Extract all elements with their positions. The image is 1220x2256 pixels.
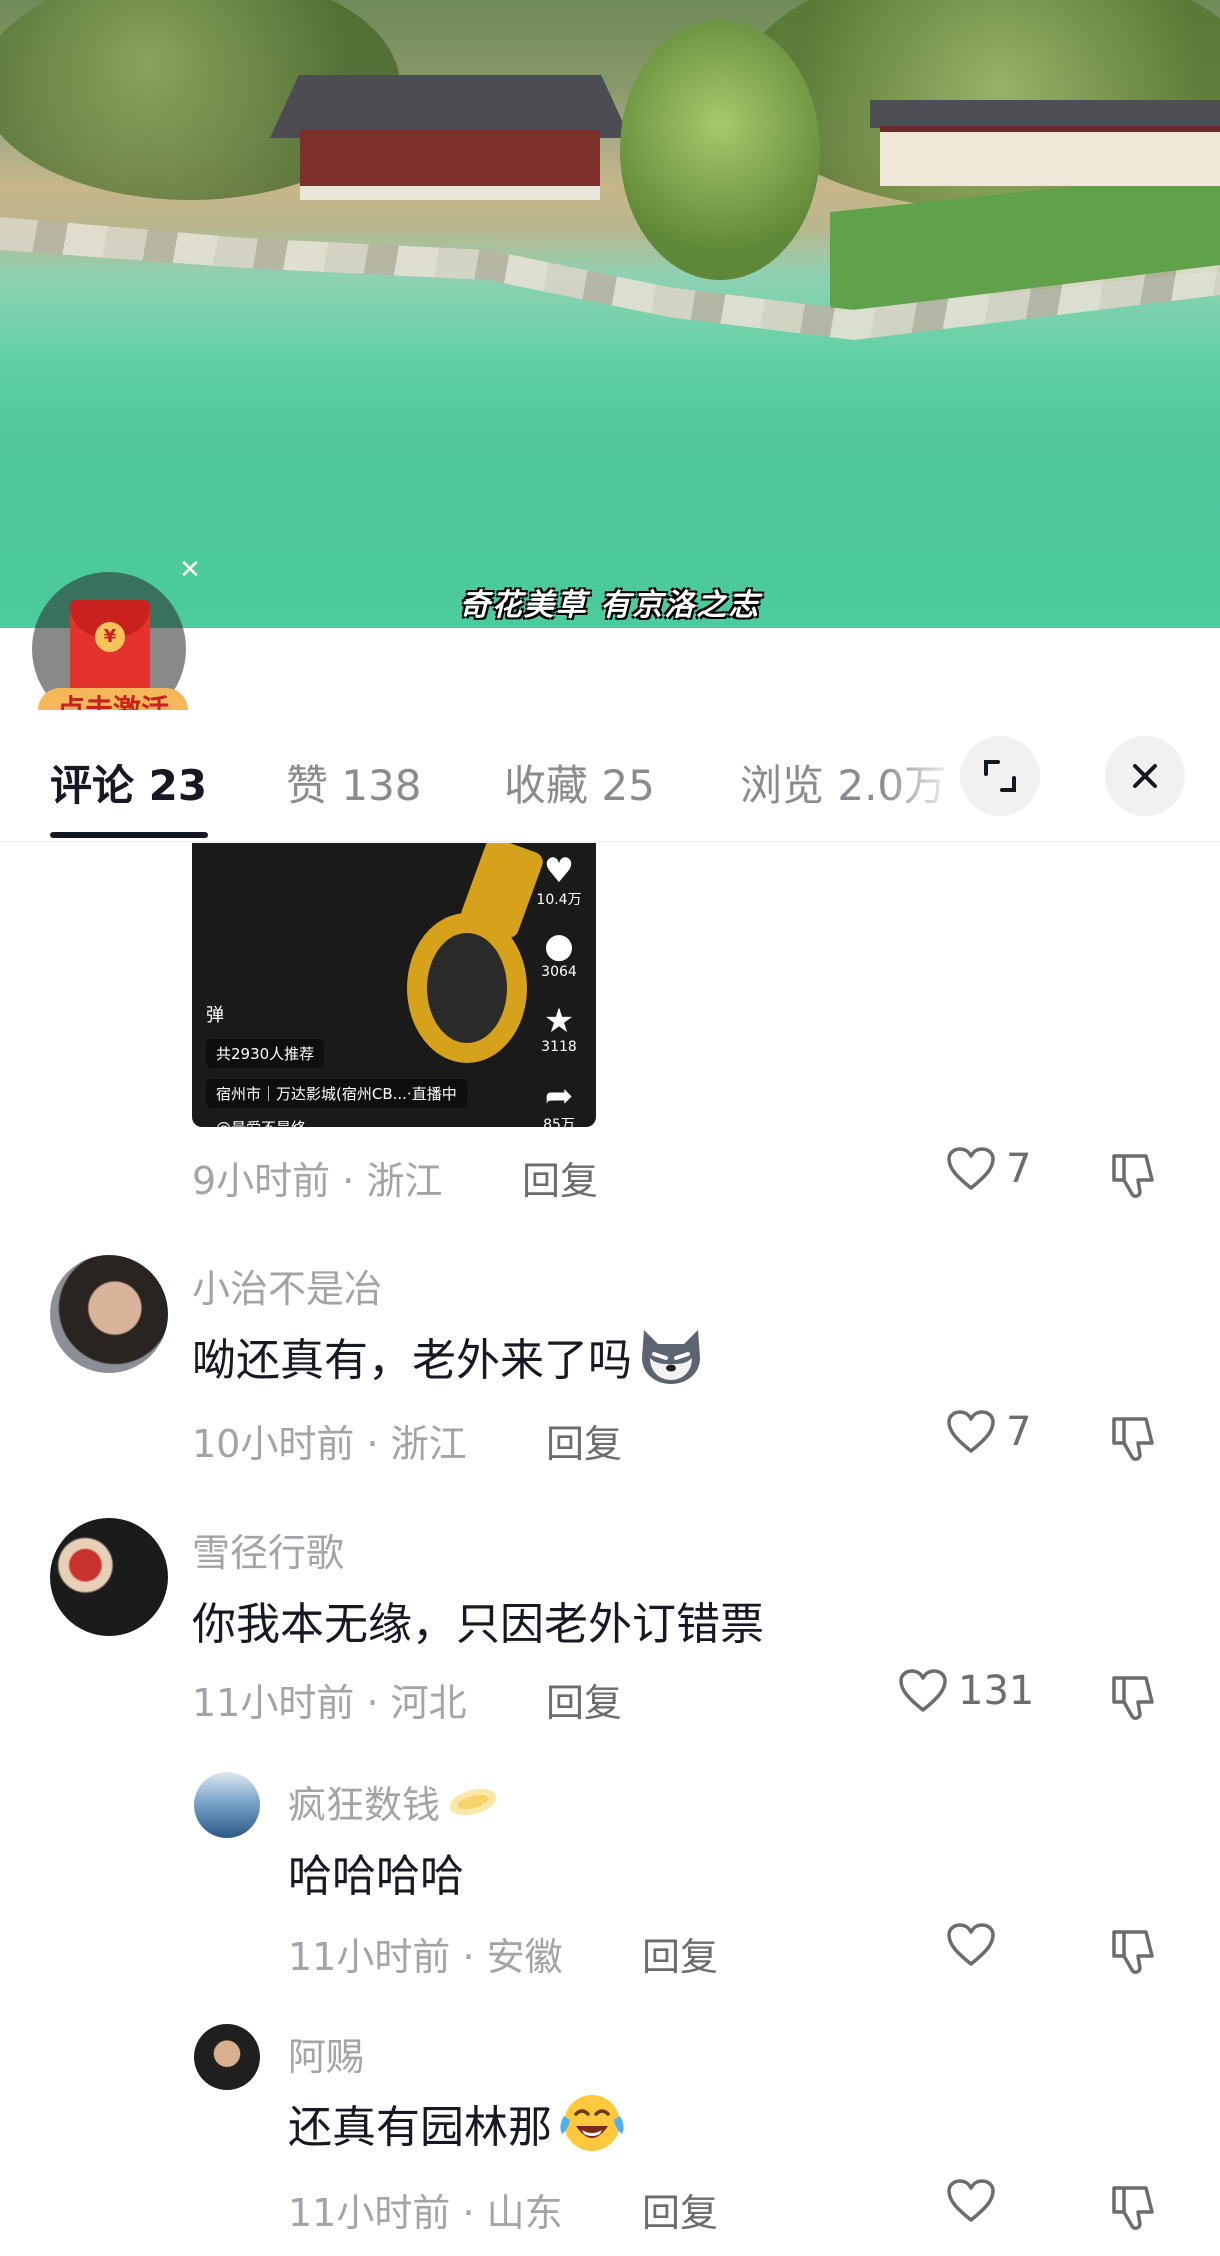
- reply-author[interactable]: 疯狂数钱: [288, 1774, 500, 1829]
- reply-author[interactable]: 阿赐: [288, 2026, 364, 2081]
- dislike-icon[interactable]: [1106, 1409, 1162, 1465]
- video-subtitle: 奇花美草 有京洛之志: [459, 588, 761, 623]
- close-icon: [1133, 764, 1157, 788]
- comment-image[interactable]: ♥ 10.4万 ● 3064 ★ 3118 ➦ 85万 弹 共2930人推荐 宿州市｜万…: [192, 843, 596, 1127]
- comment-meta: 10小时前 · 浙江: [192, 1422, 467, 1466]
- avatar[interactable]: [194, 2024, 260, 2090]
- reply-button[interactable]: 回复: [642, 2182, 718, 2237]
- danmu-icon: 弹: [206, 1005, 224, 1026]
- comment-meta: 11小时前 · 河北: [192, 1681, 467, 1725]
- recommend-chip: 共2930人推荐: [206, 1039, 325, 1068]
- tears-of-joy-emoji-icon: [560, 2095, 624, 2151]
- heart-icon: [947, 1147, 995, 1190]
- red-envelope-icon: ¥: [70, 600, 150, 700]
- heart-icon: [899, 1669, 947, 1712]
- reply-button[interactable]: 回复: [522, 1150, 598, 1205]
- tab-comments[interactable]: 评论 23: [50, 752, 207, 813]
- close-icon[interactable]: ✕: [176, 556, 204, 584]
- money-emoji-icon: [449, 1788, 497, 1815]
- close-panel-button[interactable]: [1105, 736, 1185, 816]
- panel-tabs: 评论 23 赞 138 收藏 25 浏览 2.0万: [0, 710, 1220, 842]
- tab-favorites[interactable]: 收藏 25: [504, 752, 655, 813]
- reply-button[interactable]: 回复: [642, 1926, 718, 1981]
- avatar[interactable]: [50, 1518, 168, 1636]
- media-like-count: ♥ 10.4万: [536, 851, 582, 908]
- heart-icon: [947, 2179, 995, 2222]
- media-comment-count: ● 3064: [541, 926, 577, 980]
- comment-meta: 9小时前 · 浙江: [192, 1159, 443, 1203]
- comment-text: 呦还真有，老外来了吗: [192, 1324, 706, 1388]
- reply-meta: 11小时前 · 山东: [288, 2191, 563, 2235]
- dislike-icon[interactable]: [1106, 2178, 1162, 2234]
- reply-text: 还真有园林那: [288, 2090, 628, 2156]
- like-button[interactable]: [946, 2178, 996, 2224]
- comment-author[interactable]: 雪径行歌: [192, 1522, 344, 1577]
- active-tab-indicator: [50, 832, 208, 838]
- video-scenery: [620, 20, 820, 280]
- avatar[interactable]: [194, 1772, 260, 1838]
- media-caption: @最爱不是终: [206, 1113, 316, 1127]
- heart-icon: [947, 1410, 995, 1453]
- comment-text: 你我本无缘，只因老外订错票: [192, 1599, 764, 1650]
- avatar[interactable]: [50, 1255, 168, 1373]
- like-button[interactable]: [946, 1922, 996, 1968]
- video-player[interactable]: 奇花美草 有京洛之志: [0, 0, 1220, 628]
- comment-author[interactable]: 小治不是冶: [192, 1258, 382, 1313]
- media-share-count: ➦ 85万: [543, 1076, 575, 1127]
- heart-icon: [947, 1923, 995, 1966]
- reply-button[interactable]: 回复: [546, 1672, 622, 1727]
- scooter-wheel: [407, 913, 527, 1063]
- expand-button[interactable]: [960, 736, 1040, 816]
- video-scenery: [300, 130, 600, 200]
- like-button[interactable]: 7: [946, 1146, 1031, 1192]
- dislike-icon[interactable]: [1106, 1922, 1162, 1978]
- tab-likes[interactable]: 赞 138: [286, 752, 422, 813]
- expand-icon: [984, 760, 1016, 792]
- dislike-icon[interactable]: [1106, 1668, 1162, 1724]
- video-scenery: [870, 100, 1220, 128]
- husky-emoji-icon: [642, 1330, 700, 1384]
- video-scenery: [880, 126, 1220, 186]
- reply-meta: 11小时前 · 安徽: [288, 1935, 563, 1979]
- location-chip: 宿州市｜万达影城(宿州CB...·直播中: [206, 1079, 467, 1108]
- like-button[interactable]: 7: [946, 1409, 1031, 1455]
- like-button[interactable]: 131: [898, 1668, 1034, 1714]
- reply-text: 哈哈哈哈: [288, 1851, 464, 1902]
- dislike-icon[interactable]: [1106, 1146, 1162, 1202]
- reply-button[interactable]: 回复: [546, 1413, 622, 1468]
- comment-panel: 评论 23 赞 138 收藏 25 浏览 2.0万 ♥ 10.4万 ● 3064 ★…: [0, 710, 1220, 2256]
- media-favorite-count: ★ 3118: [541, 1001, 577, 1055]
